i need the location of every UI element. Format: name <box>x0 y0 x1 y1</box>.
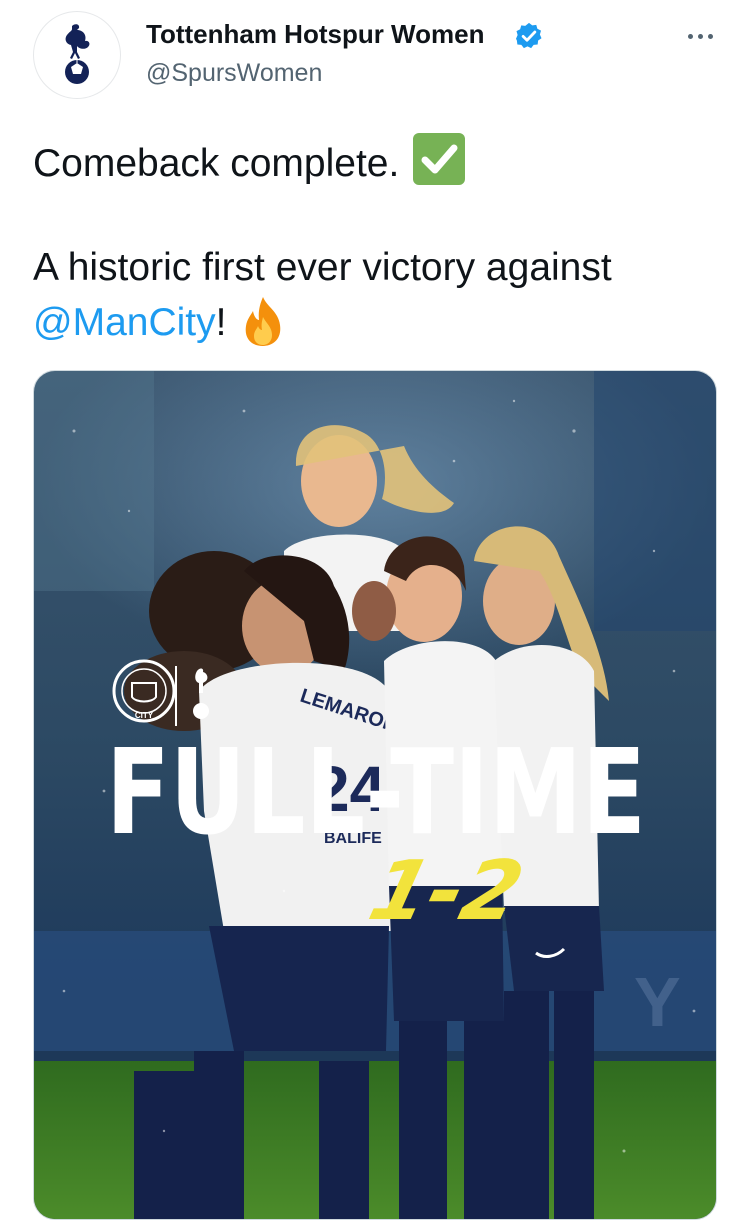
author-avatar[interactable] <box>33 11 121 99</box>
check-mark-button-emoji <box>413 133 466 185</box>
score-text: 1-2 <box>360 843 532 939</box>
full-time-title: FULL-TIME <box>106 723 646 861</box>
tweet: Tottenham Hotspur Women @SpursWomen Come… <box>0 0 750 1220</box>
svg-text:Y: Y <box>634 963 681 1041</box>
match-photo: Y LEMARON 24 BALIFE CITY FULL-TIME 1-2 <box>34 371 716 1219</box>
tweet-text-exclaim: ! <box>215 301 227 344</box>
more-options-button[interactable] <box>678 22 722 50</box>
verified-badge-icon <box>516 22 542 49</box>
badge-text: CITY <box>135 711 154 720</box>
tweet-text-line-2: A historic first ever victory against <box>33 246 612 289</box>
more-dots-icon <box>687 33 693 39</box>
tweet-text-line-3: @ManCity! <box>33 295 723 349</box>
tweet-text-comeback: Comeback complete. <box>33 142 400 185</box>
tweet-text-line-1: Comeback complete. <box>33 133 723 190</box>
author-handle[interactable]: @SpursWomen <box>146 58 322 88</box>
tweet-media-photo[interactable]: Y LEMARON 24 BALIFE CITY FULL-TIME 1-2 <box>33 370 717 1220</box>
mention-link[interactable]: @ManCity <box>33 301 216 344</box>
spurs-cockerel-crest-icon <box>65 24 90 84</box>
fire-emoji <box>246 297 281 346</box>
author-display-name[interactable]: Tottenham Hotspur Women <box>146 18 484 50</box>
